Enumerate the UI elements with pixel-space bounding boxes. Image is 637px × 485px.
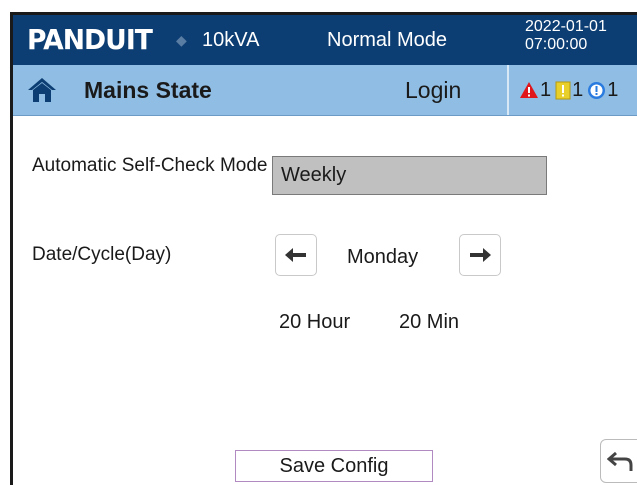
hour-value[interactable]: 20 Hour — [279, 311, 350, 334]
day-value: Monday — [347, 246, 419, 268]
date-label: 2022-01-01 — [525, 18, 607, 35]
capacity-label: 10kVA — [202, 29, 260, 51]
brand-logo: PANDUIT — [27, 23, 153, 56]
back-button[interactable] — [600, 439, 637, 483]
top-bar: PANDUIT ◆ 10kVA Normal Mode 2022-01-01 0… — [13, 15, 637, 65]
alarm-count-warning: 1 — [572, 78, 584, 101]
arrow-left-icon — [285, 248, 306, 262]
header-separator-icon: ◆ — [176, 32, 187, 48]
page-title: Mains State — [84, 77, 212, 103]
status-bar: Mains State Login 1 1 1 — [13, 65, 637, 116]
time-label: 07:00:00 — [525, 36, 588, 53]
divider — [507, 65, 509, 115]
alarm-count-info: 1 — [607, 78, 619, 101]
exclamation-square-icon — [555, 81, 571, 99]
mode-label: Normal Mode — [327, 29, 448, 51]
date-cycle-label: Date/Cycle(Day) — [32, 244, 172, 265]
alarm-count-critical: 1 — [540, 78, 552, 101]
alarm-summary[interactable]: 1 1 1 — [519, 78, 622, 102]
login-button[interactable]: Login — [405, 77, 461, 104]
self-check-mode-label: Automatic Self-Check Mode — [32, 155, 268, 176]
previous-day-button[interactable] — [275, 234, 317, 276]
info-circle-icon — [588, 81, 606, 99]
warning-triangle-icon — [520, 82, 538, 98]
home-icon[interactable] — [27, 77, 57, 103]
arrow-right-icon — [470, 248, 491, 262]
minute-value[interactable]: 20 Min — [399, 311, 459, 334]
self-check-mode-select[interactable]: Weekly — [272, 156, 547, 195]
next-day-button[interactable] — [459, 234, 501, 276]
datetime: 2022-01-01 07:00:00 — [525, 18, 607, 54]
device-screen: PANDUIT ◆ 10kVA Normal Mode 2022-01-01 0… — [10, 12, 637, 485]
return-arrow-icon — [607, 451, 633, 471]
save-config-button[interactable]: Save Config — [235, 450, 433, 482]
